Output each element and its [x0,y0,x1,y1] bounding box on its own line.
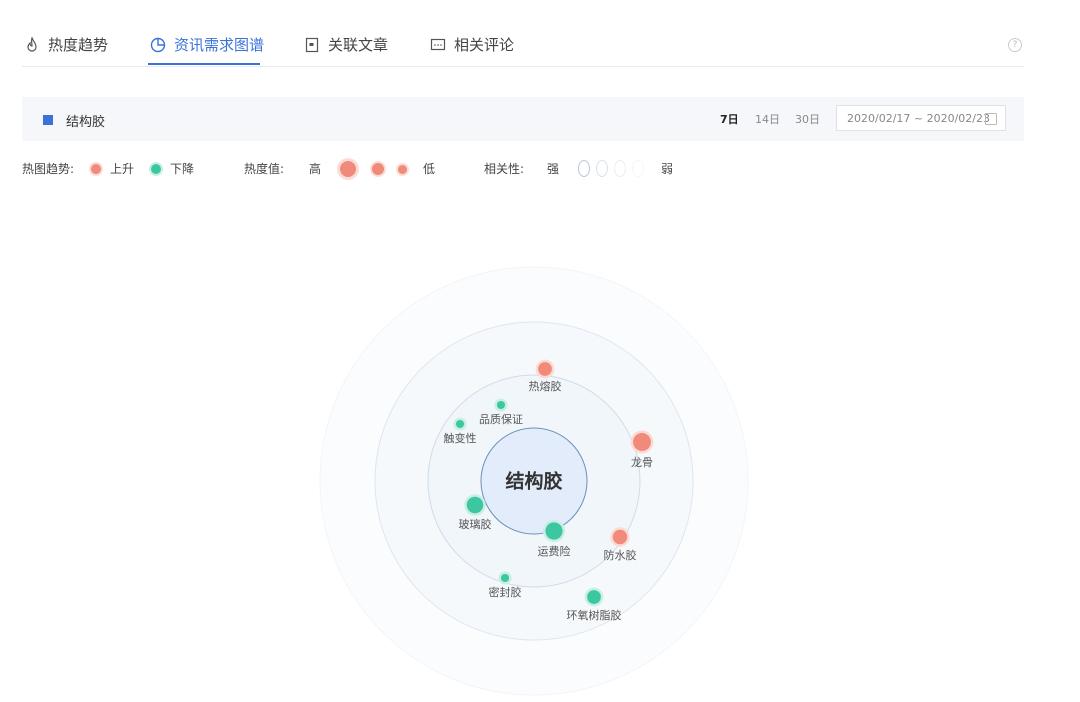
help-icon[interactable]: ? [1008,38,1022,52]
graph-legend: 热图趋势: 上升 下降 热度值: 高 低 相关性: 强 弱 [0,160,1080,180]
graph-node[interactable] [633,433,651,451]
date-range-value: 2020/02/17 ~ 2020/02/23 [847,112,991,125]
center-node-label: 结构胶 [505,470,562,493]
rise-dot-icon [91,164,101,174]
tab-label: 关联文章 [328,36,389,54]
filter-bar: 结构胶 7日 14日 30日 2020/02/17 ~ 2020/02/23 [22,97,1024,141]
relevance-strong-ring-icon [578,160,590,177]
graph-node[interactable] [545,522,563,540]
heat-mid-dot-icon [372,163,384,175]
fall-dot-icon [151,164,161,174]
graph-node[interactable] [538,362,552,376]
heat-high-label: 高 [309,162,322,176]
tab-heat-trend[interactable]: 热度趋势 [24,34,108,55]
calendar-icon [985,113,997,125]
fall-label: 下降 [170,162,195,176]
heat-low-label: 低 [423,162,436,176]
tab-related-comments[interactable]: 相关评论 [430,34,514,55]
tab-related-articles[interactable]: 关联文章 [304,34,388,55]
graph-node[interactable] [587,590,601,604]
tab-bar: 热度趋势 资讯需求图谱 关联文章 相关评论 ? [22,26,1024,67]
flame-icon [27,36,37,52]
relevance-mid-ring-icon [596,160,608,177]
graph-node-label: 防水胶 [604,548,637,562]
date-range-picker[interactable]: 2020/02/17 ~ 2020/02/23 [836,105,1006,131]
graph-node-label: 品质保证 [479,412,523,426]
heat-high-dot-icon [340,161,356,177]
relevance-weak-ring-icon [614,160,626,177]
pie-chart-icon [150,37,166,52]
graph-node-label: 密封胶 [489,585,522,599]
graph-node-label: 触变性 [444,431,477,445]
heat-low-dot-icon [398,165,407,174]
active-tab-indicator [148,63,260,65]
graph-node-label: 热熔胶 [529,379,562,393]
graph-node[interactable] [612,529,628,545]
graph-node[interactable] [496,400,506,410]
heat-legend-label: 热度值: [244,162,285,176]
demand-graph: 结构胶 热熔胶品质保证触变性龙骨玻璃胶运费险 防水胶密封胶环氧树脂胶 [319,266,749,696]
document-icon [305,37,319,52]
rise-label: 上升 [110,162,135,176]
tab-demand-graph[interactable]: 资讯需求图谱 [150,34,264,55]
comment-icon [430,38,446,50]
range-7d[interactable]: 7日 [720,111,739,127]
relevance-weakest-ring-icon [632,160,644,177]
keyword-color-marker [43,115,53,125]
tab-label: 相关评论 [454,36,515,54]
graph-node[interactable] [466,496,484,514]
graph-node-label: 龙骨 [631,456,653,469]
keyword-label: 结构胶 [66,115,106,130]
tab-label: 热度趋势 [48,36,109,54]
relevance-strong-label: 强 [547,162,560,176]
relevance-weak-label: 弱 [661,162,674,176]
tab-label: 资讯需求图谱 [174,36,265,54]
trend-legend-label: 热图趋势: [22,162,75,176]
graph-node[interactable] [500,573,510,583]
range-14d[interactable]: 14日 [755,111,780,127]
range-30d[interactable]: 30日 [795,111,820,127]
graph-node[interactable] [455,419,465,429]
graph-node-label: 玻璃胶 [459,517,492,531]
relevance-legend-label: 相关性: [484,162,525,176]
graph-node-label: 环氧树脂胶 [567,608,622,622]
graph-node-label: 运费险 [538,544,571,558]
